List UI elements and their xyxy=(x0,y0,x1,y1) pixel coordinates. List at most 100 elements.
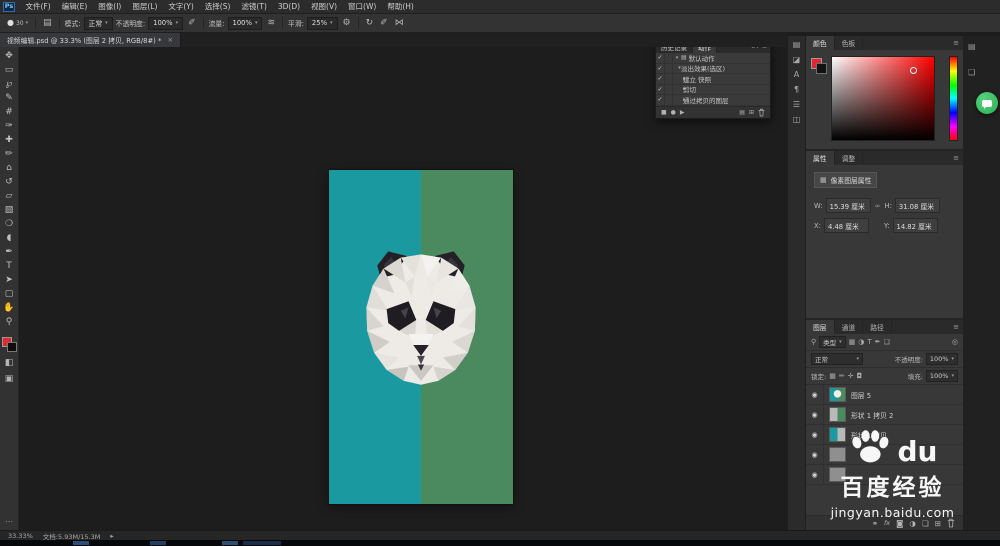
glyphs-panel-icon[interactable]: ☰ xyxy=(793,101,800,109)
gradient-tool-button[interactable]: ▧ xyxy=(0,203,19,217)
shape-tool-button[interactable]: ▢ xyxy=(0,287,19,301)
paragraph-panel-icon[interactable]: ¶ xyxy=(794,86,799,94)
layer-row[interactable]: ◉ 形状 1 拷贝 2 xyxy=(806,405,963,425)
taskbar-item[interactable] xyxy=(243,541,281,545)
path-selection-tool-button[interactable]: ➤ xyxy=(0,273,19,287)
pressure-size-icon[interactable]: ✐ xyxy=(378,19,390,28)
dialog-toggle[interactable] xyxy=(665,64,673,74)
character-panel-icon[interactable]: A xyxy=(794,71,799,79)
layer-filter-select[interactable]: 类型 ▾ xyxy=(819,336,846,348)
lock-transparent-icon[interactable]: ▦ xyxy=(829,373,836,380)
layer-name[interactable]: 图层 5 xyxy=(851,390,871,400)
x-field[interactable]: 4.48 厘米 xyxy=(824,218,869,233)
twisty-icon[interactable]: ▾ xyxy=(673,65,681,71)
brush-preset-picker[interactable]: ● 30 ▾ xyxy=(5,19,30,27)
menu-item-edit[interactable]: 编辑(E) xyxy=(56,1,93,12)
background-color-swatch[interactable] xyxy=(816,63,827,74)
help-chat-button[interactable] xyxy=(976,92,998,114)
panel-menu-icon[interactable]: ≡ xyxy=(953,323,963,331)
taskbar-item[interactable] xyxy=(73,541,89,545)
twisty-icon[interactable]: ▸ xyxy=(673,86,683,92)
healing-tool-button[interactable]: ✚ xyxy=(0,133,19,147)
screen-mode-icon[interactable]: ▣ xyxy=(5,375,14,384)
panel-menu-icon[interactable]: ≡ xyxy=(953,154,963,162)
canvas-workspace[interactable] xyxy=(19,47,787,530)
crop-tool-button[interactable]: # xyxy=(0,105,19,119)
width-field[interactable]: 15.39 厘米 xyxy=(826,198,871,213)
smoothing-select[interactable]: 25% ▾ xyxy=(307,17,338,30)
menu-item-3d[interactable]: 3D(D) xyxy=(272,2,305,11)
stop-icon[interactable]: ■ xyxy=(661,109,667,116)
taskbar-item[interactable] xyxy=(150,541,166,545)
tab-paths[interactable]: 路径 xyxy=(863,320,892,334)
dialog-toggle[interactable] xyxy=(665,95,673,105)
flow-select[interactable]: 100% ▾ xyxy=(228,17,263,30)
action-row[interactable]: ✓ ▸ 通过拷贝的图层 xyxy=(656,95,770,106)
filter-switch-icon[interactable]: ◎ xyxy=(952,339,958,346)
symmetry-icon[interactable]: ⋈ xyxy=(393,19,406,28)
background-color-swatch[interactable] xyxy=(7,342,17,352)
blur-tool-button[interactable]: ❍ xyxy=(0,217,19,231)
dialog-toggle[interactable] xyxy=(665,53,673,63)
smoothing-options-gear-icon[interactable]: ⚙ xyxy=(341,19,353,28)
menu-item-type[interactable]: 文字(Y) xyxy=(163,1,199,12)
y-field[interactable]: 14.82 厘米 xyxy=(893,218,938,233)
check-icon[interactable]: ✓ xyxy=(656,64,665,74)
layer-thumbnail[interactable] xyxy=(829,407,846,422)
filter-smart-object-icon[interactable]: ❏ xyxy=(884,339,890,346)
twisty-icon[interactable]: ▸ xyxy=(673,97,683,103)
layer-name[interactable]: 形状 1 拷贝 2 xyxy=(851,410,893,420)
record-icon[interactable]: ● xyxy=(671,109,676,116)
more-tools-icon[interactable]: ⋯ xyxy=(5,517,13,526)
color-swatches[interactable] xyxy=(2,337,17,352)
menu-item-filter[interactable]: 滤镜(T) xyxy=(236,1,272,12)
zoom-tool-button[interactable]: ⚲ xyxy=(0,315,19,329)
pen-tool-button[interactable]: ✒ xyxy=(0,245,19,259)
move-tool-button[interactable]: ✥ xyxy=(0,49,19,63)
visibility-eye-icon[interactable]: ◉ xyxy=(806,385,824,404)
lock-all-icon[interactable]: ◘ xyxy=(857,373,863,380)
zoom-level[interactable]: 33.33% xyxy=(8,532,33,540)
clone-source-panel-icon[interactable]: ◪ xyxy=(793,56,801,64)
check-icon[interactable]: ✓ xyxy=(656,85,665,95)
saturation-brightness-field[interactable] xyxy=(831,56,935,141)
filter-pixel-icon[interactable]: ▦ xyxy=(849,339,856,346)
height-field[interactable]: 31.08 厘米 xyxy=(895,198,940,213)
tab-adjustments[interactable]: 调整 xyxy=(835,151,864,165)
new-action-icon[interactable]: ⊞ xyxy=(749,109,754,116)
blend-mode-select[interactable]: 正常 ▾ xyxy=(84,17,113,30)
check-icon[interactable]: ✓ xyxy=(656,95,665,105)
color-picker-marker[interactable] xyxy=(910,67,917,74)
tab-layers[interactable]: 图层 xyxy=(806,320,835,334)
layer-effects-icon[interactable]: fx xyxy=(884,519,890,527)
link-dimensions-icon[interactable]: ∞ xyxy=(874,202,882,210)
menu-item-select[interactable]: 选择(S) xyxy=(199,1,236,12)
dialog-toggle[interactable] xyxy=(665,85,673,95)
menu-item-image[interactable]: 图像(I) xyxy=(93,1,127,12)
menu-item-help[interactable]: 帮助(H) xyxy=(382,1,420,12)
layer-blend-mode-select[interactable]: 正常 ▾ xyxy=(811,353,863,365)
dodge-tool-button[interactable]: ◖ xyxy=(0,231,19,245)
type-tool-button[interactable]: T xyxy=(0,259,19,273)
filter-shape-icon[interactable]: ✒ xyxy=(875,339,881,346)
brush-settings-toggle-icon[interactable]: ▤ xyxy=(41,19,54,28)
quick-selection-tool-button[interactable]: ✎ xyxy=(0,91,19,105)
airbrush-toggle-icon[interactable]: ≋ xyxy=(265,19,277,28)
quick-mask-icon[interactable]: ◧ xyxy=(5,359,14,368)
action-row[interactable]: ✓ ▸ 建立 快照 xyxy=(656,74,770,85)
layer-row[interactable]: ◉ 图层 5 xyxy=(806,385,963,405)
menu-item-view[interactable]: 视图(V) xyxy=(306,1,343,12)
check-icon[interactable]: ✓ xyxy=(656,53,665,63)
menu-item-file[interactable]: 文件(F) xyxy=(20,1,56,12)
libraries-panel-icon[interactable]: ◫ xyxy=(793,116,801,124)
opacity-select[interactable]: 100% ▾ xyxy=(148,17,183,30)
pressure-opacity-icon[interactable]: ✐ xyxy=(186,19,198,28)
layer-thumbnail[interactable] xyxy=(829,387,846,402)
status-chevron-icon[interactable]: ▸ xyxy=(110,532,113,540)
action-row[interactable]: ✓ ▾ 淡出效果(选区) xyxy=(656,64,770,75)
action-row[interactable]: ✓ ▾ ▤ 默认动作 xyxy=(656,53,770,64)
play-icon[interactable]: ▶ xyxy=(680,109,685,116)
clone-stamp-tool-button[interactable]: ⌂ xyxy=(0,161,19,175)
tab-swatches[interactable]: 色板 xyxy=(835,36,864,50)
panel-menu-icon[interactable]: ≡ xyxy=(953,39,963,47)
